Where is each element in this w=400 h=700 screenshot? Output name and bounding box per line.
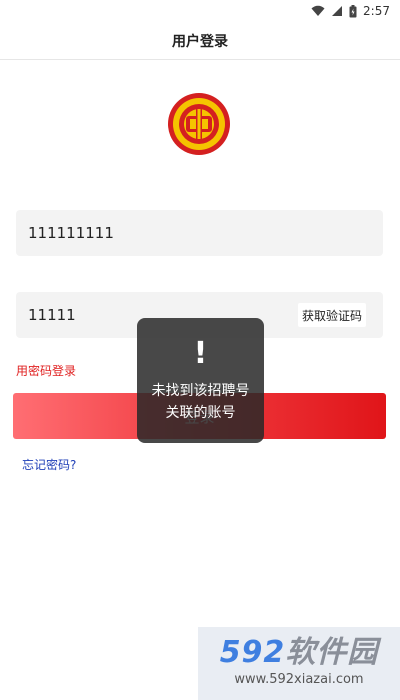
watermark-brand-number: 592 <box>219 635 286 670</box>
watermark-brand-text: 软件园 <box>285 635 379 670</box>
battery-icon <box>349 4 357 17</box>
union-emblem-icon <box>168 93 230 155</box>
watermark-brand: 592软件园 <box>198 635 400 671</box>
error-toast: ! 未找到该招聘号关联的账号 <box>137 318 264 443</box>
signal-icon <box>332 6 343 16</box>
wifi-icon <box>311 5 325 16</box>
password-login-link[interactable]: 用密码登录 <box>16 362 76 379</box>
app-header: 用户登录 <box>0 22 400 60</box>
watermark: 592软件园 www.592xiazai.com <box>198 627 400 700</box>
get-code-button[interactable]: 获取验证码 <box>297 303 366 327</box>
exclamation-icon: ! <box>193 336 208 371</box>
forgot-password-link[interactable]: 忘记密码? <box>22 456 76 473</box>
status-bar: 2:57 <box>0 0 400 22</box>
account-field[interactable] <box>16 210 383 256</box>
status-time: 2:57 <box>363 4 390 18</box>
watermark-url: www.592xiazai.com <box>234 672 364 687</box>
page-title: 用户登录 <box>172 33 228 50</box>
toast-message: 未找到该招聘号关联的账号 <box>151 383 250 421</box>
account-input[interactable] <box>16 210 383 256</box>
